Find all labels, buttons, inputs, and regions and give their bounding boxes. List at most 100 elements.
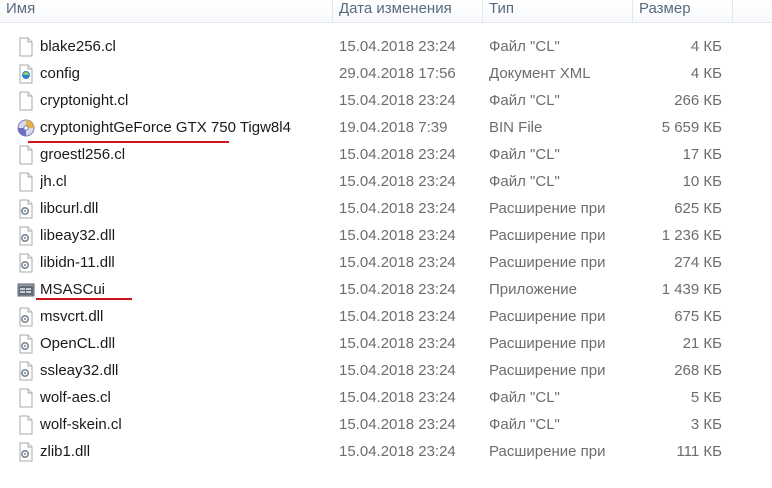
file-name: blake256.cl [40,38,116,55]
file-type: Расширение при [489,443,606,460]
file-name: cryptonightGeForce GTX 750 Tigw8l4 [40,119,291,136]
file-size: 5 КБ [690,389,722,406]
file-name: jh.cl [40,173,67,190]
file-name: groestl256.cl [40,146,126,163]
dll-icon [17,226,35,246]
file-row[interactable]: cryptonight.cl 15.04.2018 23:24 Файл "CL" 2… [0,87,772,114]
file-type: Приложение [489,281,577,298]
file-date-modified: 29.04.2018 17:56 [339,65,456,82]
file-icon [17,91,35,111]
file-size: 1 439 КБ [661,281,722,298]
dll-icon [17,334,35,354]
file-icon [17,415,35,435]
file-row[interactable]: wolf-skein.cl 15.04.2018 23:24 Файл "CL" 3 … [0,411,772,438]
file-date-modified: 19.04.2018 7:39 [339,119,448,136]
dll-icon [17,307,35,327]
file-row[interactable]: cryptonightGeForce GTX 750 Tigw8l4 19.04.… [0,114,772,141]
file-row[interactable]: libidn-11.dll 15.04.2018 23:24 Расширение … [0,249,772,276]
file-type: Расширение при [489,254,606,271]
xml-document-icon [17,64,35,84]
column-header-type[interactable]: Тип [482,0,632,22]
file-date-modified: 15.04.2018 23:24 [339,362,456,379]
red-underline-cryptonight [28,141,229,143]
file-row[interactable]: libeay32.dll 15.04.2018 23:24 Расширение п… [0,222,772,249]
file-date-modified: 15.04.2018 23:24 [339,92,456,109]
file-type: Документ XML [489,65,591,82]
file-type: Файл "CL" [489,146,560,163]
file-row[interactable]: ssleay32.dll 15.04.2018 23:24 Расширение п… [0,357,772,384]
file-icon [17,37,35,57]
file-type: Расширение при [489,308,606,325]
file-icon [17,145,35,165]
file-size: 625 КБ [674,200,722,217]
file-type: Расширение при [489,362,606,379]
file-list: blake256.cl 15.04.2018 23:24 Файл "CL" 4 КБ… [0,33,772,465]
file-date-modified: 15.04.2018 23:24 [339,38,456,55]
file-date-modified: 15.04.2018 23:24 [339,308,456,325]
file-size: 4 КБ [690,65,722,82]
file-type: Расширение при [489,227,606,244]
file-size: 3 КБ [690,416,722,433]
file-row[interactable]: msvcrt.dll 15.04.2018 23:24 Расширение при… [0,303,772,330]
dll-icon [17,361,35,381]
file-type: Файл "CL" [489,92,560,109]
dll-icon [17,199,35,219]
file-row[interactable]: zlib1.dll 15.04.2018 23:24 Расширение при 1… [0,438,772,465]
file-size: 274 КБ [674,254,722,271]
file-type: Файл "CL" [489,416,560,433]
file-name: libeay32.dll [40,227,116,244]
file-date-modified: 15.04.2018 23:24 [339,389,456,406]
file-name: libidn-11.dll [40,254,115,271]
file-size: 111 КБ [676,443,722,460]
application-icon [17,280,35,300]
file-row[interactable]: config 29.04.2018 17:56 Документ XML 4 КБ [0,60,772,87]
file-name: config [40,65,81,82]
file-size: 4 КБ [690,38,722,55]
file-date-modified: 15.04.2018 23:24 [339,173,456,190]
file-row[interactable]: libcurl.dll 15.04.2018 23:24 Расширение пр… [0,195,772,222]
column-header: Имя Дата изменения Тип Размер [0,0,772,23]
column-header-extra [732,0,772,22]
file-icon [17,388,35,408]
file-row[interactable]: blake256.cl 15.04.2018 23:24 Файл "CL" 4 КБ [0,33,772,60]
column-header-name[interactable]: Имя [0,0,332,22]
file-name: OpenCL.dll [40,335,116,352]
file-name: msvcrt.dll [40,308,104,325]
file-type: Файл "CL" [489,38,560,55]
file-date-modified: 15.04.2018 23:24 [339,227,456,244]
file-name: wolf-skein.cl [40,416,122,433]
column-header-size[interactable]: Размер [632,0,732,22]
file-row[interactable]: wolf-aes.cl 15.04.2018 23:24 Файл "CL" 5 КБ [0,384,772,411]
red-underline-msascui [36,298,132,300]
file-size: 1 236 КБ [661,227,722,244]
file-size: 5 659 КБ [661,119,722,136]
file-date-modified: 15.04.2018 23:24 [339,200,456,217]
file-row[interactable]: OpenCL.dll 15.04.2018 23:24 Расширение при… [0,330,772,357]
file-date-modified: 15.04.2018 23:24 [339,416,456,433]
file-size: 21 КБ [682,335,722,352]
file-type: Расширение при [489,200,606,217]
column-header-date[interactable]: Дата изменения [332,0,482,22]
file-size: 675 КБ [674,308,722,325]
file-icon [17,172,35,192]
file-name: ssleay32.dll [40,362,119,379]
file-type: Расширение при [489,335,606,352]
file-size: 17 КБ [682,146,722,163]
dll-icon [17,442,35,462]
file-size: 10 КБ [682,173,722,190]
file-date-modified: 15.04.2018 23:24 [339,146,456,163]
file-row[interactable]: groestl256.cl 15.04.2018 23:24 Файл "CL" 17… [0,141,772,168]
file-type: BIN File [489,119,543,136]
file-date-modified: 15.04.2018 23:24 [339,443,456,460]
file-name: cryptonight.cl [40,92,129,109]
file-row[interactable]: jh.cl 15.04.2018 23:24 Файл "CL" 10 КБ [0,168,772,195]
file-name: wolf-aes.cl [40,389,111,406]
file-name: zlib1.dll [40,443,91,460]
file-date-modified: 15.04.2018 23:24 [339,335,456,352]
file-name: libcurl.dll [40,200,99,217]
file-date-modified: 15.04.2018 23:24 [339,254,456,271]
disc-image-icon [17,118,35,138]
file-size: 266 КБ [674,92,722,109]
file-date-modified: 15.04.2018 23:24 [339,281,456,298]
file-type: Файл "CL" [489,389,560,406]
